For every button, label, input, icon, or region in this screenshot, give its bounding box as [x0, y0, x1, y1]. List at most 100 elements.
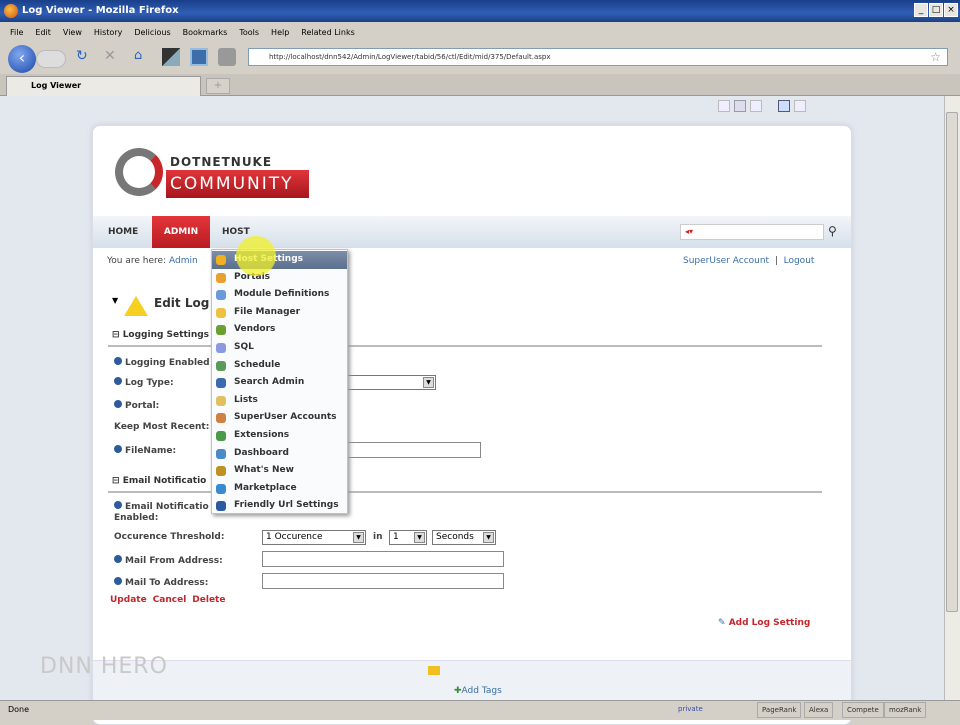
log-type-select[interactable]: ▼	[340, 375, 436, 390]
host-menu-item-vendors[interactable]: Vendors	[212, 321, 347, 339]
host-menu-item-portals[interactable]: Portals	[212, 269, 347, 287]
tab-log-viewer[interactable]: Log Viewer	[6, 76, 201, 96]
menu-delicious[interactable]: Delicious	[134, 24, 170, 42]
logout-link[interactable]: Logout	[784, 256, 815, 266]
search-input[interactable]: ◂▾	[680, 224, 824, 240]
menu-related-links[interactable]: Related Links	[301, 24, 354, 42]
menu-item-icon	[216, 448, 226, 459]
reload-icon[interactable]: ↻	[76, 48, 94, 66]
nav-home[interactable]: HOME	[108, 216, 138, 248]
menu-item-label: Vendors	[234, 324, 276, 335]
add-log-setting-label: Add Log Setting	[728, 618, 811, 628]
menu-item-icon	[216, 290, 226, 301]
logging-settings-header[interactable]: ⊟ Logging Settings	[112, 330, 209, 340]
mail-to-input[interactable]	[262, 573, 504, 589]
host-menu-item-host-settings[interactable]: Host Settings	[212, 251, 347, 269]
host-menu-item-extensions[interactable]: Extensions	[212, 427, 347, 445]
text-size-large[interactable]	[750, 100, 762, 112]
host-menu-dropdown: Host SettingsPortals Module Definitions Fi…	[211, 249, 348, 514]
screenshot-icon[interactable]	[162, 48, 180, 66]
dnn-logo-icon	[115, 148, 163, 196]
help-icon[interactable]	[114, 357, 122, 365]
menu-history[interactable]: History	[94, 24, 122, 42]
menu-item-icon	[216, 343, 226, 353]
layout-fluid[interactable]	[794, 100, 806, 112]
forward-button[interactable]	[36, 50, 66, 68]
menu-item-label: What's New	[234, 465, 294, 476]
help-icon[interactable]	[114, 577, 122, 585]
host-menu-item-sql[interactable]: SQL	[212, 339, 347, 357]
email-notification-header[interactable]: ⊟ Email Notificatio	[112, 476, 206, 486]
status-text: Done	[8, 705, 30, 714]
host-menu-item-marketplace[interactable]: Marketplace	[212, 480, 347, 498]
filename-input[interactable]	[340, 442, 481, 458]
scrollbar-thumb[interactable]	[946, 112, 958, 612]
mozrank-button[interactable]: mozRank	[884, 702, 927, 718]
warning-icon	[124, 296, 148, 316]
email-enabled-label: Email Notificatio Enabled:	[114, 501, 209, 524]
layout-fixed[interactable]	[778, 100, 790, 112]
host-menu-item-search-admin[interactable]: Search Admin	[212, 374, 347, 392]
menu-item-icon	[216, 431, 226, 441]
host-menu-item-dashboard[interactable]: Dashboard	[212, 445, 347, 463]
tab-label: Log Viewer	[31, 81, 82, 90]
pagerank-button[interactable]: PageRank	[757, 702, 802, 718]
unit-select[interactable]: Seconds ▼	[432, 530, 496, 545]
home-icon[interactable]: ⌂	[134, 48, 152, 66]
nav-admin[interactable]: ADMIN	[152, 216, 210, 248]
sidebar-icon[interactable]	[190, 48, 208, 66]
host-menu-item-lists[interactable]: Lists	[212, 392, 347, 410]
compete-button[interactable]: Compete	[842, 702, 884, 718]
user-links: SuperUser Account | Logout	[683, 256, 814, 266]
help-icon[interactable]	[114, 555, 122, 563]
cancel-link[interactable]: Cancel	[153, 595, 187, 605]
stop-icon[interactable]: ✕	[104, 48, 122, 66]
menu-bar: File Edit View History Delicious Bookmar…	[0, 24, 960, 42]
breadcrumb-label: You are here:	[107, 256, 167, 266]
superuser-account-link[interactable]: SuperUser Account	[683, 256, 769, 266]
menu-help[interactable]: Help	[271, 24, 289, 42]
host-menu-item-superuser-accounts[interactable]: SuperUser Accounts	[212, 409, 347, 427]
help-icon[interactable]	[114, 400, 122, 408]
host-menu-item-module-definitions[interactable]: Module Definitions	[212, 286, 347, 304]
host-menu-item-schedule[interactable]: Schedule	[212, 357, 347, 375]
search-icon[interactable]: ⚲	[828, 224, 837, 238]
url-bar[interactable]: http://localhost/dnn542/Admin/LogViewer/…	[248, 48, 948, 66]
help-icon[interactable]	[114, 501, 122, 509]
text-size-small[interactable]	[718, 100, 730, 112]
delete-link[interactable]: Delete	[192, 595, 225, 605]
print-icon[interactable]	[218, 48, 236, 66]
close-button[interactable]: ×	[944, 3, 958, 17]
host-menu-item-what-s-new[interactable]: What's New	[212, 462, 347, 480]
help-icon[interactable]	[114, 445, 122, 453]
menu-bookmarks[interactable]: Bookmarks	[183, 24, 228, 42]
help-icon[interactable]	[114, 377, 122, 385]
add-tags-link[interactable]: ✚Add Tags	[454, 686, 502, 696]
back-button[interactable]: ‹	[8, 45, 36, 73]
menu-item-label: File Manager	[234, 306, 301, 317]
maximize-button[interactable]: □	[929, 3, 943, 17]
menu-item-icon	[216, 378, 226, 389]
pencil-icon: ✎	[718, 618, 726, 628]
update-link[interactable]: Update	[110, 595, 147, 605]
new-tab-button[interactable]: +	[206, 78, 230, 94]
text-size-medium[interactable]	[734, 100, 746, 112]
menu-file[interactable]: File	[10, 24, 23, 42]
threshold-select[interactable]: 1 Occurence ▼	[262, 530, 366, 545]
mail-from-input[interactable]	[262, 551, 504, 567]
host-menu-item-file-manager[interactable]: File Manager	[212, 304, 347, 322]
count-select[interactable]: 1 ▼	[389, 530, 427, 545]
host-menu-item-friendly-url-settings[interactable]: Friendly Url Settings	[212, 497, 347, 515]
breadcrumb: You are here: Admin	[107, 256, 198, 266]
add-log-setting-link[interactable]: ✎ Add Log Setting	[718, 618, 810, 628]
menu-edit[interactable]: Edit	[35, 24, 51, 42]
menu-tools[interactable]: Tools	[239, 24, 259, 42]
breadcrumb-admin[interactable]: Admin	[169, 256, 198, 266]
minimize-button[interactable]: _	[914, 3, 928, 17]
bookmark-star-icon[interactable]: ☆	[930, 49, 941, 65]
portal-label: Portal:	[114, 400, 159, 411]
collapse-icon[interactable]: ▼	[112, 296, 118, 305]
alexa-button[interactable]: Alexa	[804, 702, 834, 718]
menu-item-icon	[216, 325, 226, 336]
menu-view[interactable]: View	[63, 24, 82, 42]
